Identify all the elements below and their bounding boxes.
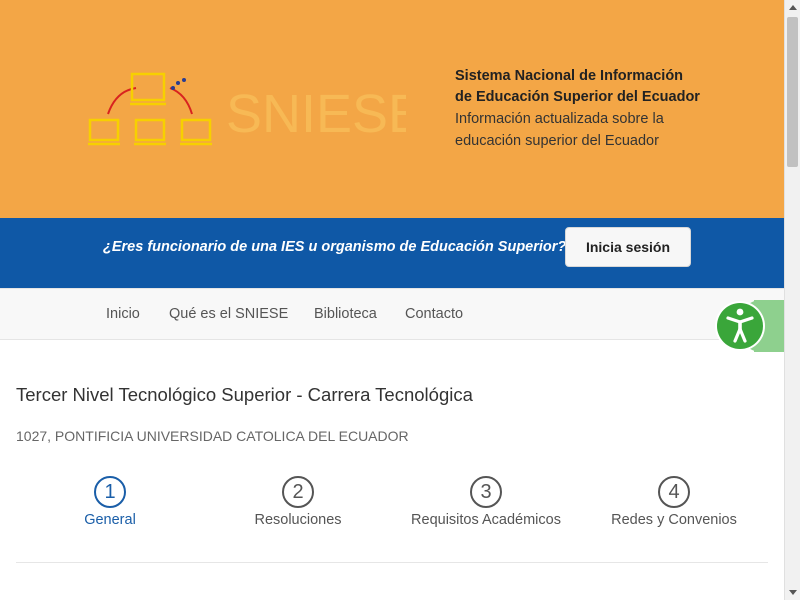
page-title: Tercer Nivel Tecnológico Superior - Carr… xyxy=(16,384,473,405)
logo-arc-right xyxy=(169,87,193,115)
scroll-up-arrow-icon[interactable] xyxy=(789,5,797,10)
site-header: SNIESE Sistema Nacional de Información d… xyxy=(0,0,784,218)
site-subtitle-line2: educación superior del Ecuador xyxy=(455,133,659,149)
step-label: Requisitos Académicos xyxy=(411,512,561,528)
step-number-circle: 2 xyxy=(282,476,314,508)
logo-monitor-left xyxy=(88,118,120,142)
step-label: Resoluciones xyxy=(254,512,342,528)
site-subtitle-line1: Información actualizada sobre la xyxy=(455,111,664,127)
step-redes-convenios[interactable]: 4 Redes y Convenios xyxy=(580,474,768,528)
institution-subtitle: 1027, PONTIFICIA UNIVERSIDAD CATOLICA DE… xyxy=(16,428,409,444)
sniese-logo[interactable]: SNIESE xyxy=(86,66,406,156)
page: SNIESE Sistema Nacional de Información d… xyxy=(0,0,800,600)
step-number-circle: 1 xyxy=(94,476,126,508)
login-question: ¿Eres funcionario de una IES u organismo… xyxy=(103,239,567,255)
logo-monitor-right xyxy=(180,118,212,142)
nav-item-biblioteca[interactable]: Biblioteca xyxy=(314,306,377,322)
step-number-circle: 4 xyxy=(658,476,690,508)
accessibility-button[interactable] xyxy=(714,300,784,352)
logo-wordmark: SNIESE xyxy=(226,84,406,144)
main-nav: Inicio Qué es el SNIESE Biblioteca Conta… xyxy=(0,288,784,340)
site-title-line2: de Educación Superior del Ecuador xyxy=(455,89,700,105)
step-label: General xyxy=(84,512,136,528)
step-tabs: 1 General 2 Resoluciones 3 Requisitos Ac… xyxy=(16,474,768,534)
login-button[interactable]: Inicia sesión xyxy=(565,227,691,267)
logo-monitor-top xyxy=(130,72,166,102)
nav-item-que-es[interactable]: Qué es el SNIESE xyxy=(169,306,288,322)
step-label: Redes y Convenios xyxy=(611,512,737,528)
header-text: Sistema Nacional de Información de Educa… xyxy=(455,66,775,152)
step-requisitos[interactable]: 3 Requisitos Académicos xyxy=(392,474,580,528)
step-number-circle: 3 xyxy=(470,476,502,508)
logo-monitor-middle xyxy=(134,118,166,142)
nav-item-inicio[interactable]: Inicio xyxy=(106,306,140,322)
step-general[interactable]: 1 General xyxy=(16,474,204,528)
page-content: SNIESE Sistema Nacional de Información d… xyxy=(0,0,784,600)
vertical-scrollbar[interactable] xyxy=(784,0,800,600)
step-resoluciones[interactable]: 2 Resoluciones xyxy=(204,474,392,528)
site-title-line1: Sistema Nacional de Información xyxy=(455,68,684,84)
scroll-down-arrow-icon[interactable] xyxy=(789,590,797,595)
nav-item-contacto[interactable]: Contacto xyxy=(405,306,463,322)
content-divider xyxy=(16,562,768,563)
scrollbar-thumb[interactable] xyxy=(787,17,798,167)
